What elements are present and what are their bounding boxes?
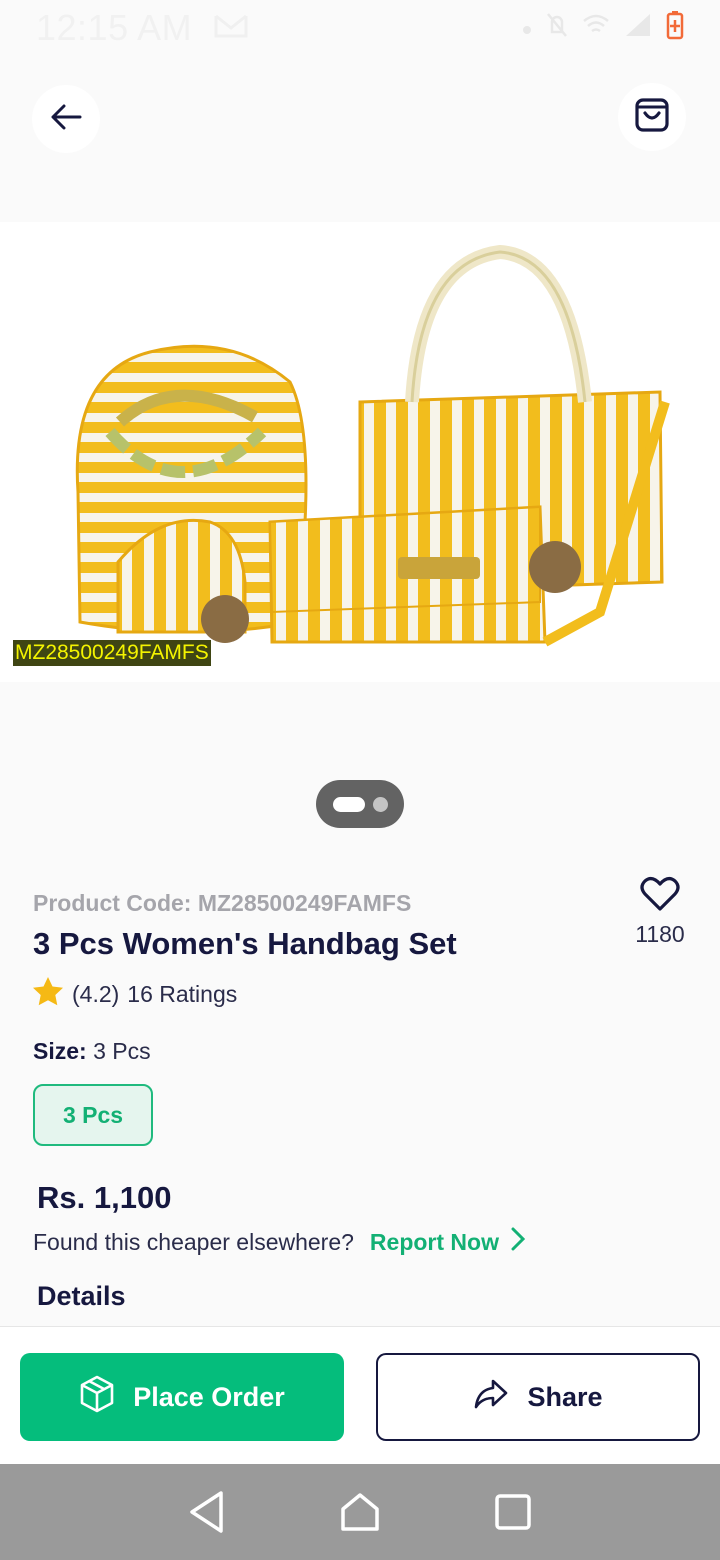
nav-back-icon[interactable]: [177, 1482, 237, 1542]
star-icon: [32, 976, 64, 1012]
cheaper-row: Found this cheaper elsewhere? Report Now: [33, 1227, 526, 1257]
share-arrow-icon: [473, 1378, 509, 1417]
nav-recents-icon[interactable]: [483, 1482, 543, 1542]
size-label: Size:: [33, 1038, 87, 1064]
status-bar: 12:15 AM: [0, 0, 720, 56]
size-value: 3 Pcs: [93, 1038, 151, 1064]
back-button[interactable]: [32, 85, 100, 153]
size-option-3-pcs[interactable]: 3 Pcs: [33, 1084, 153, 1146]
heart-icon: [640, 877, 680, 916]
image-code-label: MZ28500249FAMFS: [13, 640, 211, 666]
place-order-label: Place Order: [133, 1381, 285, 1412]
nav-home-icon[interactable]: [330, 1482, 390, 1542]
box-icon: [79, 1375, 115, 1420]
mail-icon: [214, 14, 248, 43]
carousel-dot[interactable]: [372, 796, 388, 812]
report-now-label: Report Now: [369, 1228, 499, 1255]
size-line: Size: 3 Pcs: [33, 1038, 151, 1065]
arrow-left-icon: [50, 103, 82, 136]
mute-icon: [546, 12, 568, 44]
place-order-button[interactable]: Place Order: [20, 1353, 344, 1441]
chevron-right-icon: [511, 1227, 526, 1257]
rating-value: (4.2): [72, 980, 120, 1007]
wifi-icon: [582, 13, 610, 43]
product-image[interactable]: MZ28500249FAMFS: [0, 222, 720, 682]
action-bar: Place Order Share: [0, 1326, 720, 1464]
share-label: Share: [527, 1381, 603, 1412]
carousel-dot-active[interactable]: [332, 796, 365, 812]
price: Rs. 1,100: [37, 1180, 172, 1215]
report-now-link[interactable]: Report Now: [369, 1227, 526, 1257]
system-nav-bar: [0, 1464, 720, 1560]
battery-charging-icon: [666, 10, 684, 46]
rating-row[interactable]: (4.2) 16 Ratings: [32, 976, 237, 1012]
shopping-bag-icon: [634, 96, 670, 139]
status-time: 12:15 AM: [36, 7, 193, 48]
product-code: Product Code: MZ28500249FAMFS: [33, 890, 412, 916]
rating-count: 16 Ratings: [127, 980, 238, 1007]
signal-icon: [624, 12, 652, 44]
wishlist-count: 1180: [635, 921, 685, 947]
carousel-indicator[interactable]: [316, 780, 404, 828]
cart-button[interactable]: [618, 83, 686, 151]
details-heading: Details: [37, 1281, 126, 1311]
dot-icon: [522, 15, 532, 41]
product-title: 3 Pcs Women's Handbag Set: [33, 926, 457, 961]
cheaper-text: Found this cheaper elsewhere?: [33, 1228, 354, 1255]
wishlist-button[interactable]: 1180: [630, 876, 690, 948]
share-button[interactable]: Share: [376, 1353, 700, 1441]
